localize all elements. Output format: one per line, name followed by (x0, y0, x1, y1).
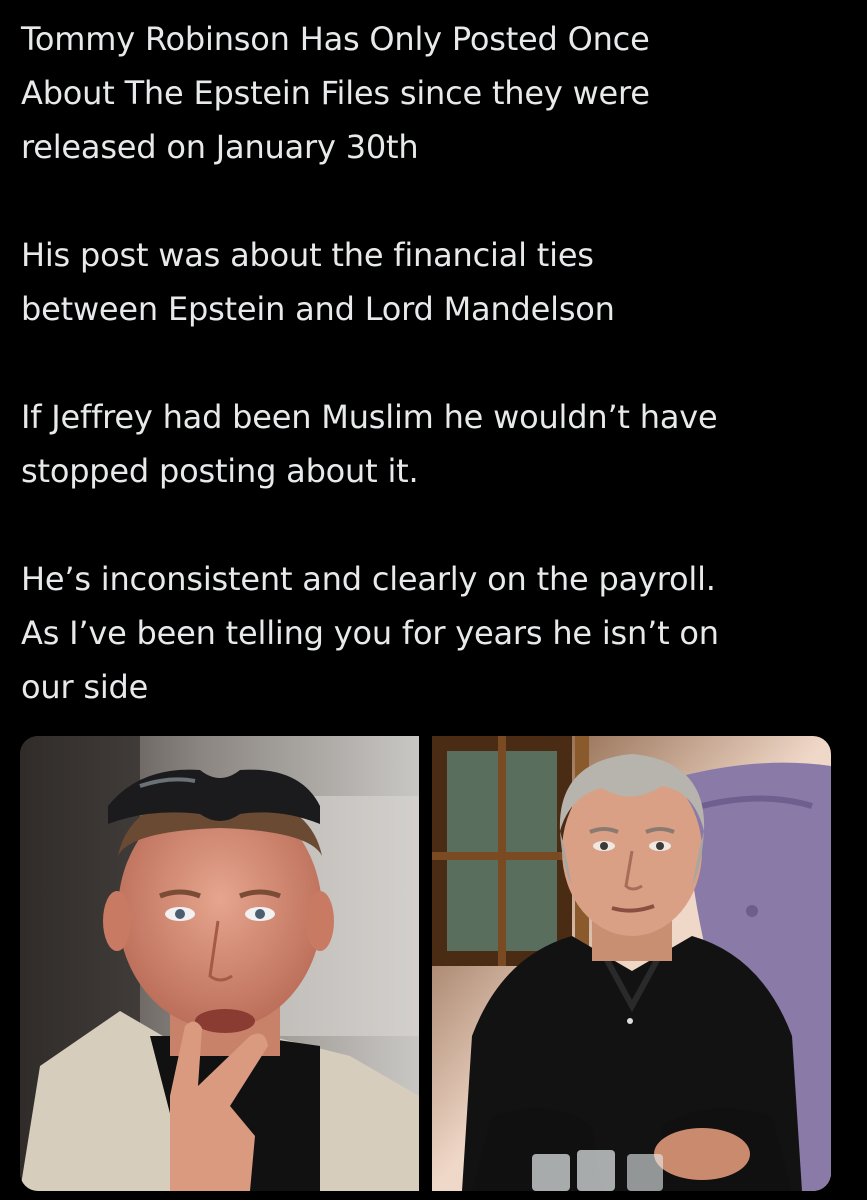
photo-man-polo (432, 736, 831, 1191)
post-paragraph: He’s inconsistent and clearly on the pay… (21, 552, 851, 714)
post-line: As I’ve been telling you for years he is… (21, 614, 719, 652)
post-line: His post was about the financial ties (21, 236, 594, 274)
media-grid (20, 736, 831, 1191)
post-line: If Jeffrey had been Muslim he wouldn’t h… (21, 398, 718, 436)
post-line: released on January 30th (21, 128, 419, 166)
post-line: Tommy Robinson Has Only Posted Once (21, 20, 650, 58)
post-image-left[interactable] (20, 736, 419, 1191)
post-paragraph: His post was about the financial ties be… (21, 228, 851, 336)
photo-man-sunglasses (20, 736, 419, 1191)
post-paragraph: If Jeffrey had been Muslim he wouldn’t h… (21, 390, 851, 498)
post-line: stopped posting about it. (21, 452, 419, 490)
post-image-right[interactable] (432, 736, 831, 1191)
post-line: He’s inconsistent and clearly on the pay… (21, 560, 716, 598)
post-text: Tommy Robinson Has Only Posted Once Abou… (21, 12, 851, 714)
post-line: between Epstein and Lord Mandelson (21, 290, 615, 328)
post-line: our side (21, 668, 149, 706)
post-paragraph: Tommy Robinson Has Only Posted Once Abou… (21, 12, 851, 174)
post-line: About The Epstein Files since they were (21, 74, 650, 112)
